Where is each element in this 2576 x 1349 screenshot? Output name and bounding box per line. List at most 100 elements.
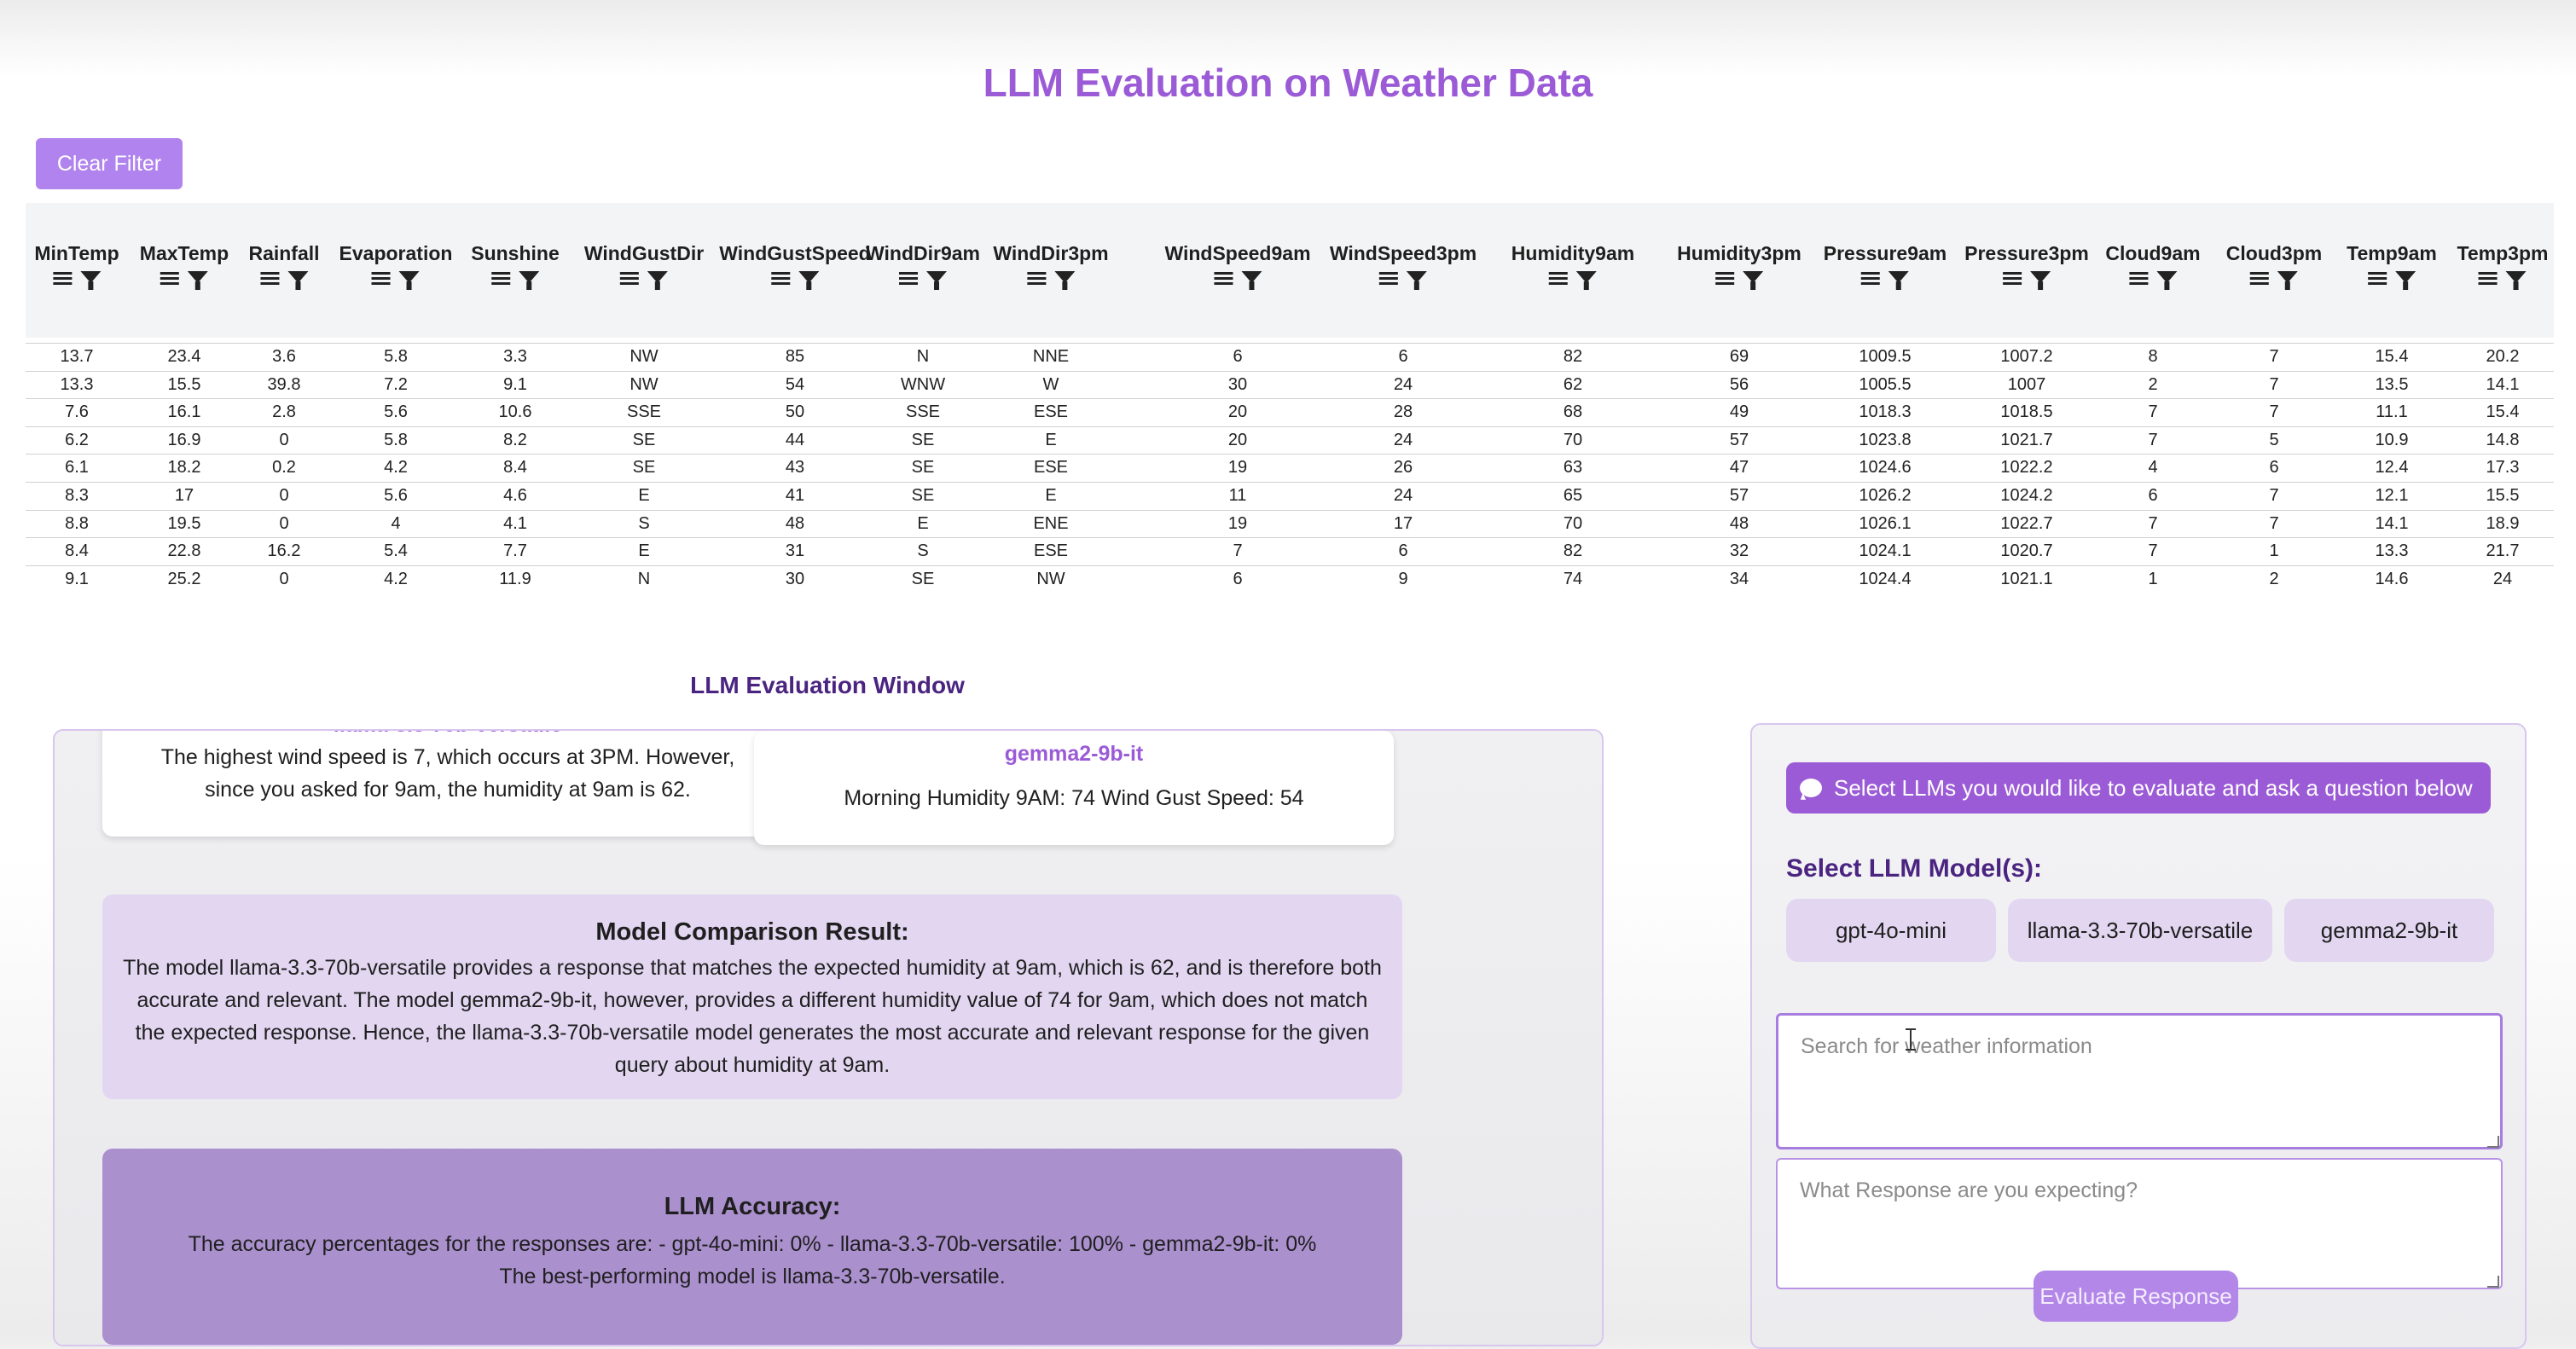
column-header-label: WindSpeed3pm: [1329, 242, 1477, 264]
filter-icon[interactable]: [1888, 271, 1909, 290]
table-cell: 8.4: [65, 541, 89, 561]
menu-icon[interactable]: [1379, 270, 1398, 286]
table-cell: 2.8: [272, 402, 296, 422]
table-cell: 1007.2: [2000, 347, 2053, 366]
table-row: 8.4 22.8 16.2 5.4 7.7 E 31 S ESE 7 6 82 32 1024.1 1020…: [26, 538, 2554, 566]
column-header-label: WindGustDir: [583, 242, 705, 264]
menu-icon[interactable]: [160, 270, 179, 286]
table-cell: 17: [174, 485, 194, 505]
filter-icon[interactable]: [2394, 271, 2416, 290]
table-cell: 7.2: [384, 374, 408, 394]
menu-icon[interactable]: [259, 270, 279, 286]
table-cell: NNE: [1032, 347, 1070, 366]
model-chip-gpt-4o-mini[interactable]: gpt-4o-mini: [1786, 899, 1996, 962]
menu-icon[interactable]: [1214, 270, 1233, 286]
menu-icon[interactable]: [620, 270, 639, 286]
menu-icon[interactable]: [2003, 270, 2022, 286]
menu-icon[interactable]: [2129, 270, 2148, 286]
menu-icon[interactable]: [2479, 270, 2498, 286]
search-input[interactable]: [1776, 1013, 2503, 1149]
resize-handle[interactable]: [2487, 1136, 2499, 1148]
filter-icon[interactable]: [287, 271, 308, 290]
table-cell: 8.3: [65, 485, 89, 505]
table-cell: 6: [1398, 347, 1408, 366]
column-header: WindSpeed9am: [1164, 242, 1311, 290]
menu-icon[interactable]: [2249, 270, 2269, 286]
table-cell: 34: [1729, 569, 1749, 587]
table-cell: 1018.5: [2000, 402, 2053, 422]
filter-icon[interactable]: [1054, 271, 1075, 290]
column-header-label: Humidity9am: [1511, 242, 1635, 264]
menu-icon[interactable]: [52, 270, 72, 286]
menu-icon[interactable]: [1861, 270, 1880, 286]
table-cell: 4.6: [503, 485, 527, 505]
expected-response-input[interactable]: [1776, 1158, 2503, 1289]
model-chip-llama[interactable]: llama-3.3-70b-versatile: [2008, 899, 2272, 962]
table-cell: 3.6: [272, 347, 296, 366]
menu-icon[interactable]: [1027, 270, 1046, 286]
filter-icon[interactable]: [518, 271, 539, 290]
menu-icon[interactable]: [1715, 270, 1734, 286]
table-cell: 6: [1233, 347, 1243, 366]
menu-icon[interactable]: [371, 270, 391, 286]
filter-icon[interactable]: [2156, 271, 2177, 290]
table-cell: 20.2: [2486, 347, 2520, 366]
table-cell: 18.2: [167, 458, 201, 478]
table-cell: 1026.2: [1859, 485, 1912, 505]
table-cell: 10.6: [498, 402, 532, 422]
table-cell: 7: [2148, 430, 2158, 449]
menu-icon[interactable]: [2367, 270, 2387, 286]
column-header: Humidity3pm: [1677, 242, 1801, 290]
table-cell: 7: [2269, 485, 2279, 505]
filter-icon[interactable]: [187, 271, 208, 290]
filter-icon[interactable]: [2030, 271, 2051, 290]
menu-icon[interactable]: [770, 270, 790, 286]
table-cell: 9: [1398, 569, 1408, 587]
table-cell: 16.1: [167, 402, 201, 422]
menu-icon[interactable]: [898, 270, 918, 286]
select-models-label: Select LLM Model(s):: [1786, 854, 2043, 883]
column-header: WindDir3pm: [993, 242, 1109, 290]
column-header-label: Sunshine: [471, 242, 560, 264]
comparison-heading: Model Comparison Result:: [595, 918, 909, 946]
table-cell: 49: [1729, 402, 1749, 422]
filter-icon[interactable]: [1407, 271, 1427, 290]
filter-icon[interactable]: [79, 271, 101, 290]
filter-icon[interactable]: [647, 271, 668, 290]
query-panel: Select LLMs you would like to evaluate a…: [1750, 723, 2527, 1349]
table-cell: 7.7: [503, 541, 527, 561]
filter-icon[interactable]: [2506, 271, 2527, 290]
table-cell: 14.6: [2375, 569, 2409, 587]
model-chip-gemma[interactable]: gemma2-9b-it: [2284, 899, 2494, 962]
filter-icon[interactable]: [798, 271, 819, 290]
filter-icon[interactable]: [1576, 271, 1597, 290]
table-cell: 6.1: [65, 458, 89, 478]
table-cell: 16.9: [167, 430, 201, 449]
filter-icon[interactable]: [2277, 271, 2298, 290]
table-cell: ESE: [1033, 541, 1069, 561]
table-cell: 50: [785, 402, 805, 422]
menu-icon[interactable]: [490, 270, 510, 286]
table-cell: 57: [1729, 430, 1749, 449]
table-cell: 0: [279, 569, 289, 587]
table-cell: 0: [279, 485, 289, 505]
table-cell: 7: [2148, 402, 2158, 422]
column-header-label: MinTemp: [34, 242, 119, 264]
column-header-label: Humidity3pm: [1677, 242, 1801, 264]
filter-icon[interactable]: [1743, 271, 1763, 290]
filter-icon[interactable]: [398, 271, 420, 290]
table-cell: 82: [1563, 541, 1583, 561]
table-cell: 47: [1729, 458, 1749, 478]
table-cell: E: [638, 485, 650, 505]
clear-filter-button[interactable]: Clear Filter: [36, 138, 183, 189]
filter-icon[interactable]: [925, 271, 947, 290]
table-cell: 48: [785, 513, 805, 533]
menu-icon[interactable]: [1549, 270, 1568, 286]
evaluate-response-button[interactable]: Evaluate Response: [2034, 1271, 2238, 1322]
weather-table: MinTemp MaxTemp Rainfall Evaporation Sunshin…: [26, 203, 2554, 587]
table-cell: 1: [2269, 541, 2279, 561]
table-cell: 5: [2269, 430, 2279, 449]
column-header: WindSpeed3pm: [1329, 242, 1477, 290]
filter-icon[interactable]: [1241, 271, 1262, 290]
resize-handle[interactable]: [2487, 1276, 2499, 1288]
